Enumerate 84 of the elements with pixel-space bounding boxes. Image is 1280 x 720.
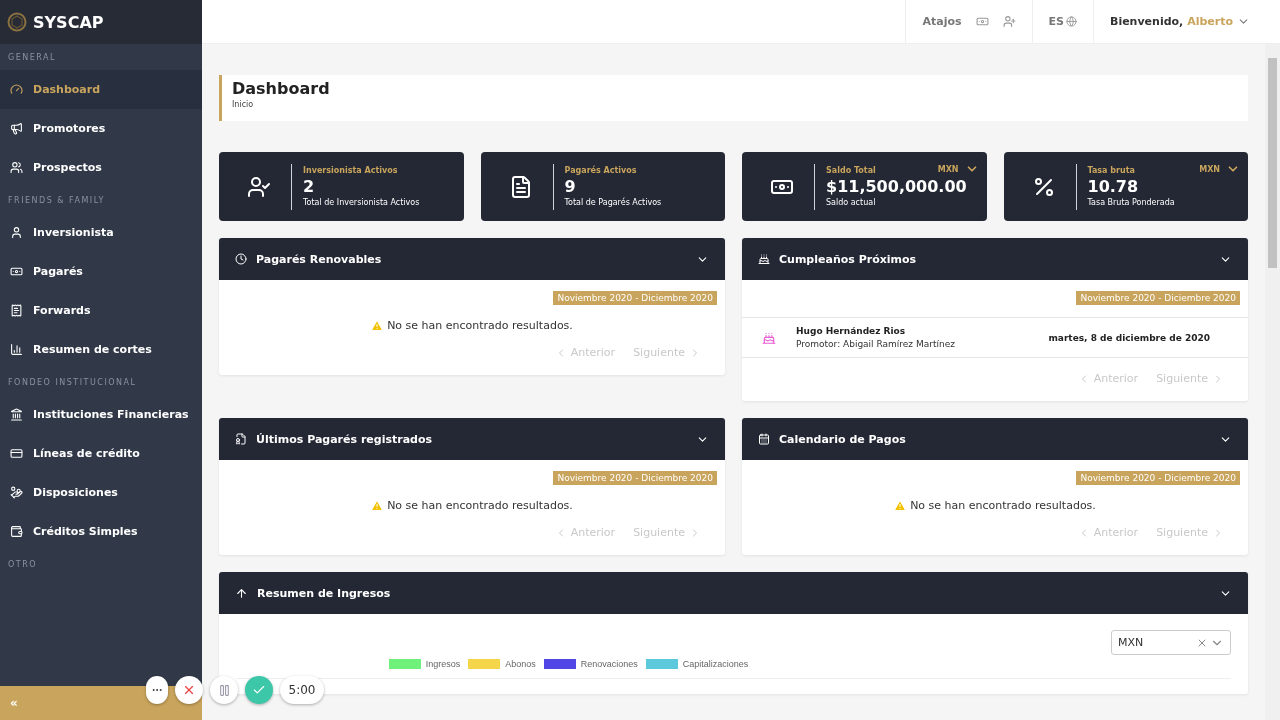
breadcrumb[interactable]: Inicio — [232, 100, 1238, 109]
arrow-up-icon — [235, 586, 248, 600]
stat-title: Inversionista Activos — [303, 166, 398, 175]
check-icon — [252, 683, 266, 697]
stat-subtitle: Total de Pagarés Activos — [564, 198, 662, 207]
section-title: FONDEO INSTITUCIONAL — [7, 376, 138, 389]
period-badge: Noviembre 2020 - Diciembre 2020 — [553, 471, 717, 485]
sidebar-item[interactable]: Disposiciones — [0, 473, 202, 512]
period-badge: Noviembre 2020 - Diciembre 2020 — [1076, 471, 1240, 485]
stat-value: $11,500,000.00 — [826, 177, 967, 196]
stat-icon — [247, 174, 271, 199]
cake-icon — [762, 330, 776, 345]
close-button[interactable] — [175, 676, 203, 704]
pause-button[interactable] — [210, 676, 238, 704]
section-title: OTRO — [7, 558, 39, 571]
sidebar-item[interactable]: Resumen de cortes — [0, 330, 202, 369]
warning-icon — [371, 499, 384, 512]
warning-icon — [894, 499, 907, 512]
legend-item: Capitalizaciones — [645, 659, 749, 669]
sidebar-item[interactable]: Dashboard — [0, 70, 202, 109]
legend-item: Ingresos — [388, 659, 461, 669]
panel-title: Cumpleaños Próximos — [779, 252, 918, 266]
stat-subtitle: Saldo actual — [826, 198, 876, 207]
empty-message: No se han encontrado resultados. — [387, 499, 573, 512]
currency-label[interactable]: MXN — [1199, 164, 1220, 174]
receipt-icon — [10, 304, 23, 317]
warning-icon — [371, 319, 384, 332]
promoter-text: Promotor: Abigail Ramírez Martínez — [796, 339, 956, 349]
users-icon — [10, 161, 23, 174]
empty-message: No se han encontrado resultados. — [910, 499, 1096, 512]
stat-title: Pagarés Activos — [564, 166, 637, 175]
bank-icon — [10, 408, 23, 421]
pause-icon — [217, 683, 231, 697]
dashboard-icon — [10, 83, 23, 96]
scrollbar[interactable] — [1265, 44, 1280, 720]
panel-title: Calendario de Pagos — [779, 432, 907, 446]
logo-icon — [7, 12, 27, 32]
panel-title: Pagarés Renovables — [256, 252, 383, 266]
stat-value: 9 — [564, 177, 576, 196]
stat-subtitle: Tasa Bruta Ponderada — [1087, 198, 1175, 207]
add-user-icon[interactable] — [1002, 15, 1016, 28]
globe-icon — [1066, 16, 1077, 27]
stat-value: 10.78 — [1087, 177, 1139, 196]
empty-message: No se han encontrado resultados. — [387, 319, 573, 332]
user-icon — [10, 226, 23, 239]
bar-chart-icon — [10, 343, 23, 356]
banknote-icon — [10, 265, 23, 278]
sidebar-item[interactable]: Líneas de crédito — [0, 434, 202, 473]
page-title: Dashboard — [232, 79, 331, 98]
panel-title: Resumen de Ingresos — [257, 586, 392, 600]
sidebar-item[interactable]: Promotores — [0, 109, 202, 148]
brand-name: SYSCAP — [33, 12, 104, 32]
period-badge: Noviembre 2020 - Diciembre 2020 — [553, 291, 717, 305]
currency-label[interactable]: MXN — [937, 164, 959, 174]
recording-timer: 5:00 — [280, 676, 324, 704]
stat-value: 2 — [303, 177, 315, 196]
sidebar-item[interactable]: Pagarés — [0, 252, 202, 291]
stat-title: Tasa bruta — [1087, 166, 1135, 175]
stat-title: Saldo Total — [826, 166, 876, 175]
legend-item: Abonos — [468, 659, 536, 669]
legend-item: Renovaciones — [543, 659, 638, 669]
panel-title: Últimos Pagarés registrados — [256, 432, 434, 446]
sidebar-item[interactable]: Forwards — [0, 291, 202, 330]
megaphone-icon — [10, 122, 23, 135]
welcome-text[interactable]: Bienvenido, Alberto — [1110, 15, 1233, 28]
sidebar-item[interactable]: Instituciones Financieras — [0, 395, 202, 434]
language-selector[interactable]: ES — [1048, 15, 1064, 28]
birthday-date: martes, 8 de diciembre de 2020 — [1048, 332, 1210, 343]
section-title: GENERAL — [7, 51, 57, 64]
section-title: FRIENDS & FAMILY — [7, 194, 106, 207]
currency-select[interactable]: MXN — [1111, 630, 1231, 655]
more-button[interactable] — [146, 676, 168, 704]
wallet-icon — [10, 525, 23, 538]
credit-card-icon — [10, 447, 23, 460]
close-icon — [182, 683, 196, 697]
stat-subtitle: Total de Inversionista Activos — [303, 198, 420, 207]
sidebar-item[interactable]: Créditos Simples — [0, 512, 202, 551]
sidebar-item[interactable]: Inversionista — [0, 213, 202, 252]
sidebar-item[interactable]: Prospectos — [0, 148, 202, 187]
shortcuts-link[interactable]: Atajos — [922, 15, 962, 28]
cash-icon[interactable] — [975, 15, 989, 28]
person-name: Hugo Hernández Rios — [796, 326, 907, 336]
period-badge: Noviembre 2020 - Diciembre 2020 — [1076, 291, 1240, 305]
hand-coins-icon — [10, 486, 23, 499]
